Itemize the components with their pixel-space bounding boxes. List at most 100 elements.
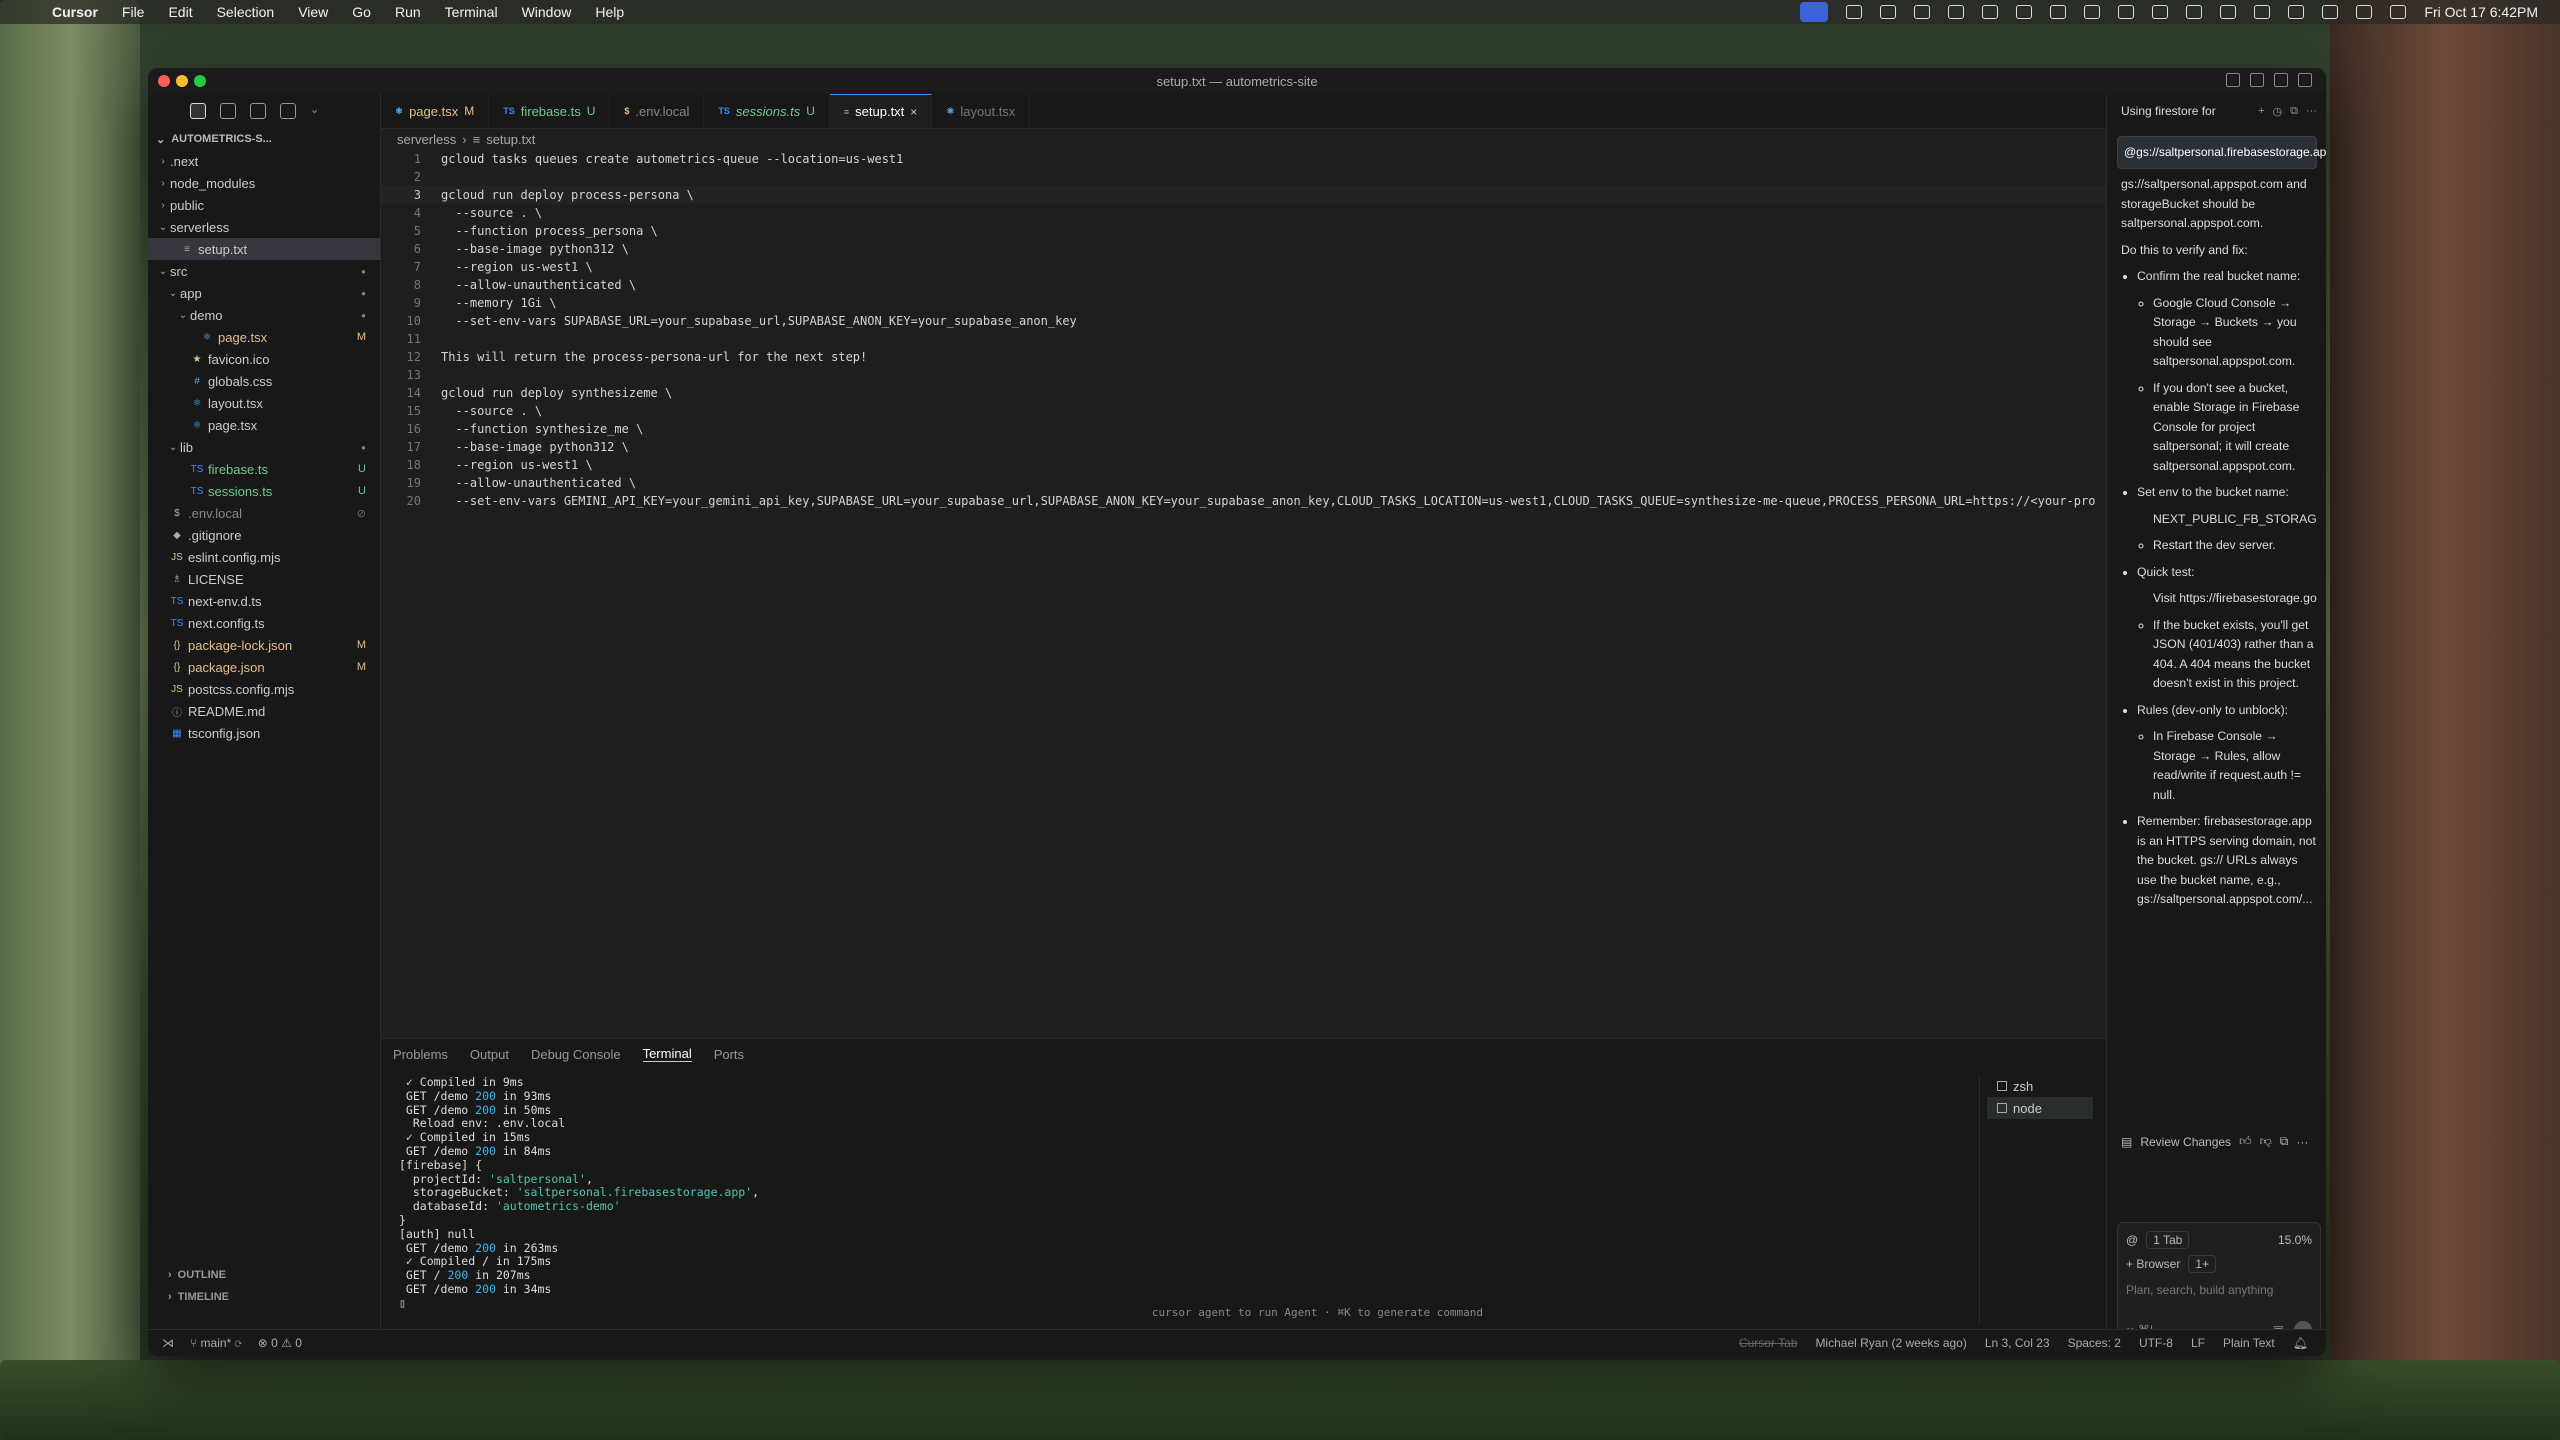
code-line[interactable]: 18 --region us-west1 \ — [381, 456, 2254, 474]
settings-gear-icon[interactable] — [2298, 73, 2312, 87]
breadcrumb-file[interactable]: setup.txt — [486, 132, 535, 147]
explorer-file[interactable]: ⚛ page.tsx M — [148, 326, 380, 348]
code-line[interactable]: 4 --source . \ — [381, 204, 2254, 222]
status-app-icon[interactable] — [1880, 5, 1897, 19]
explorer-file[interactable]: {} package.json M — [148, 656, 380, 678]
code-line[interactable]: 19 --allow-unauthenticated \ — [381, 474, 2254, 492]
explorer-file[interactable]: ⚛ page.tsx — [148, 414, 380, 436]
breadcrumb-folder[interactable]: serverless — [397, 132, 456, 147]
code-line[interactable]: 12 This will return the process-persona-u… — [381, 348, 2254, 366]
panel-tab-problems[interactable]: Problems — [393, 1047, 448, 1062]
openai-icon[interactable] — [2016, 5, 2033, 19]
explorer-file[interactable]: JS postcss.config.mjs — [148, 678, 380, 700]
search-icon[interactable] — [220, 103, 236, 119]
explorer-folder[interactable]: ⌄ src ● — [148, 260, 380, 282]
context-tab-chip[interactable]: 1 Tab — [2146, 1231, 2190, 1249]
copy-icon[interactable]: ⧉ — [2290, 105, 2298, 118]
menu-window[interactable]: Window — [510, 4, 584, 20]
explorer-file[interactable]: TS sessions.ts U — [148, 480, 380, 502]
at-mention-icon[interactable]: @ — [2126, 1233, 2138, 1247]
explorer-folder[interactable]: ⌄ serverless — [148, 216, 380, 238]
code-line[interactable]: 16 --function synthesize_me \ — [381, 420, 2254, 438]
code-line[interactable]: 8 --allow-unauthenticated \ — [381, 276, 2254, 294]
explorer-folder[interactable]: ⌄ app ● — [148, 282, 380, 304]
encoding[interactable]: UTF-8 — [2139, 1336, 2173, 1350]
code-line[interactable]: 7 --region us-west1 \ — [381, 258, 2254, 276]
code-line[interactable]: 9 --memory 1Gi \ — [381, 294, 2254, 312]
new-chat-icon[interactable]: + — [2258, 105, 2264, 118]
indentation[interactable]: Spaces: 2 — [2068, 1336, 2121, 1350]
toggle-sidebar-icon[interactable] — [2226, 73, 2240, 87]
code-line[interactable]: 17 --base-image python312 \ — [381, 438, 2254, 456]
menu-go[interactable]: Go — [340, 4, 383, 20]
code-line[interactable]: 3 gcloud run deploy process-persona \ — [381, 186, 2254, 204]
explorer-file[interactable]: ◆ .gitignore — [148, 524, 380, 546]
battery-icon[interactable] — [2254, 5, 2271, 19]
explorer-folder[interactable]: › public — [148, 194, 380, 216]
terminal-instance[interactable]: node — [1987, 1097, 2093, 1119]
explorer-file[interactable]: ⓘ README.md — [148, 700, 380, 722]
explorer-files-icon[interactable] — [190, 103, 206, 119]
language-mode[interactable]: Plain Text — [2223, 1336, 2275, 1350]
cursor-tab-status[interactable]: Cursor Tab — [1739, 1336, 1797, 1350]
explorer-file[interactable]: ★ favicon.ico — [148, 348, 380, 370]
code-line[interactable]: 14 gcloud run deploy synthesizeme \ — [381, 384, 2254, 402]
code-editor[interactable]: 1 gcloud tasks queues create autometrics-… — [381, 150, 2254, 714]
explorer-file[interactable]: {} package-lock.json M — [148, 634, 380, 656]
explorer-file[interactable]: # globals.css — [148, 370, 380, 392]
zoom-window-button[interactable] — [194, 75, 206, 87]
menu-view[interactable]: View — [286, 4, 340, 20]
git-blame[interactable]: Michael Ryan (2 weeks ago) — [1815, 1336, 1966, 1350]
spotlight-search-icon[interactable] — [2322, 5, 2339, 19]
panel-tab-terminal[interactable]: Terminal — [642, 1046, 692, 1062]
explorer-folder[interactable]: ⌄ lib ● — [148, 436, 380, 458]
toggle-panel-icon[interactable] — [2250, 73, 2264, 87]
editor-tab[interactable]: ⚛ layout.tsx — [932, 94, 1031, 128]
explorer-file[interactable]: JS eslint.config.mjs — [148, 546, 380, 568]
explorer-file[interactable]: ♗ LICENSE — [148, 568, 380, 590]
cursor-position[interactable]: Ln 3, Col 23 — [1985, 1336, 2050, 1350]
code-line[interactable]: 5 --function process_persona \ — [381, 222, 2254, 240]
thumbs-down-icon[interactable]: 👎︎ — [2260, 1134, 2272, 1149]
explorer-file[interactable]: ⚛ layout.tsx — [148, 392, 380, 414]
review-changes-button[interactable]: Review Changes — [2140, 1135, 2231, 1149]
mute-icon[interactable] — [2152, 5, 2169, 19]
explorer-file[interactable]: $ .env.local ⊘ — [148, 502, 380, 524]
remote-icon[interactable]: ⋊ — [162, 1336, 174, 1350]
code-line[interactable]: 11 — [381, 330, 2254, 348]
play-icon[interactable] — [2118, 5, 2135, 19]
problems-count[interactable]: ⊗ 0 ⚠ 0 — [258, 1336, 302, 1350]
globe-icon[interactable] — [1982, 5, 1999, 19]
wifi-icon[interactable] — [2288, 5, 2305, 19]
git-branch[interactable]: ⑂ main* ⟳ — [190, 1336, 242, 1350]
menu-edit[interactable]: Edit — [156, 4, 204, 20]
copy-icon[interactable]: ⧉ — [2280, 1134, 2289, 1149]
editor-tab[interactable]: ≡ setup.txt × — [829, 94, 933, 128]
chat-tab-title[interactable]: Using firestore for — [2121, 104, 2216, 118]
line-ending[interactable]: LF — [2191, 1336, 2205, 1350]
shield-icon[interactable] — [1948, 5, 1965, 19]
more-actions-icon[interactable]: ··· — [2296, 1135, 2308, 1149]
project-header[interactable]: ⌄ AUTOMETRICS-S... — [148, 128, 380, 150]
box-icon[interactable] — [2050, 5, 2067, 19]
timeline-section[interactable]: › TIMELINE — [148, 1286, 380, 1308]
control-center-icon[interactable] — [2356, 5, 2373, 19]
bluetooth-icon[interactable] — [2186, 5, 2203, 19]
extensions-gear-icon[interactable] — [280, 103, 296, 119]
editor-tab[interactable]: ⚛ page.tsx M — [381, 94, 490, 128]
editor-tab[interactable]: $ .env.local — [610, 94, 705, 128]
code-line[interactable]: 13 — [381, 366, 2254, 384]
explorer-folder[interactable]: ⌄ demo ● — [148, 304, 380, 326]
source-control-icon[interactable] — [250, 103, 266, 119]
app-menu[interactable]: Cursor — [40, 4, 110, 20]
panel-tab-output[interactable]: Output — [470, 1047, 509, 1062]
explorer-folder[interactable]: › .next — [148, 150, 380, 172]
menu-run[interactable]: Run — [383, 4, 433, 20]
minimize-window-button[interactable] — [176, 75, 188, 87]
terminal-output[interactable]: ✓ Compiled in 9ms GET /demo 200 in 93ms … — [399, 1075, 1959, 1310]
explorer-file[interactable]: TS firebase.ts U — [148, 458, 380, 480]
code-line[interactable]: 6 --base-image python312 \ — [381, 240, 2254, 258]
chevron-down-icon[interactable]: ⌄ — [310, 103, 326, 119]
code-line[interactable]: 15 --source . \ — [381, 402, 2254, 420]
toggle-chat-icon[interactable] — [2274, 73, 2288, 87]
